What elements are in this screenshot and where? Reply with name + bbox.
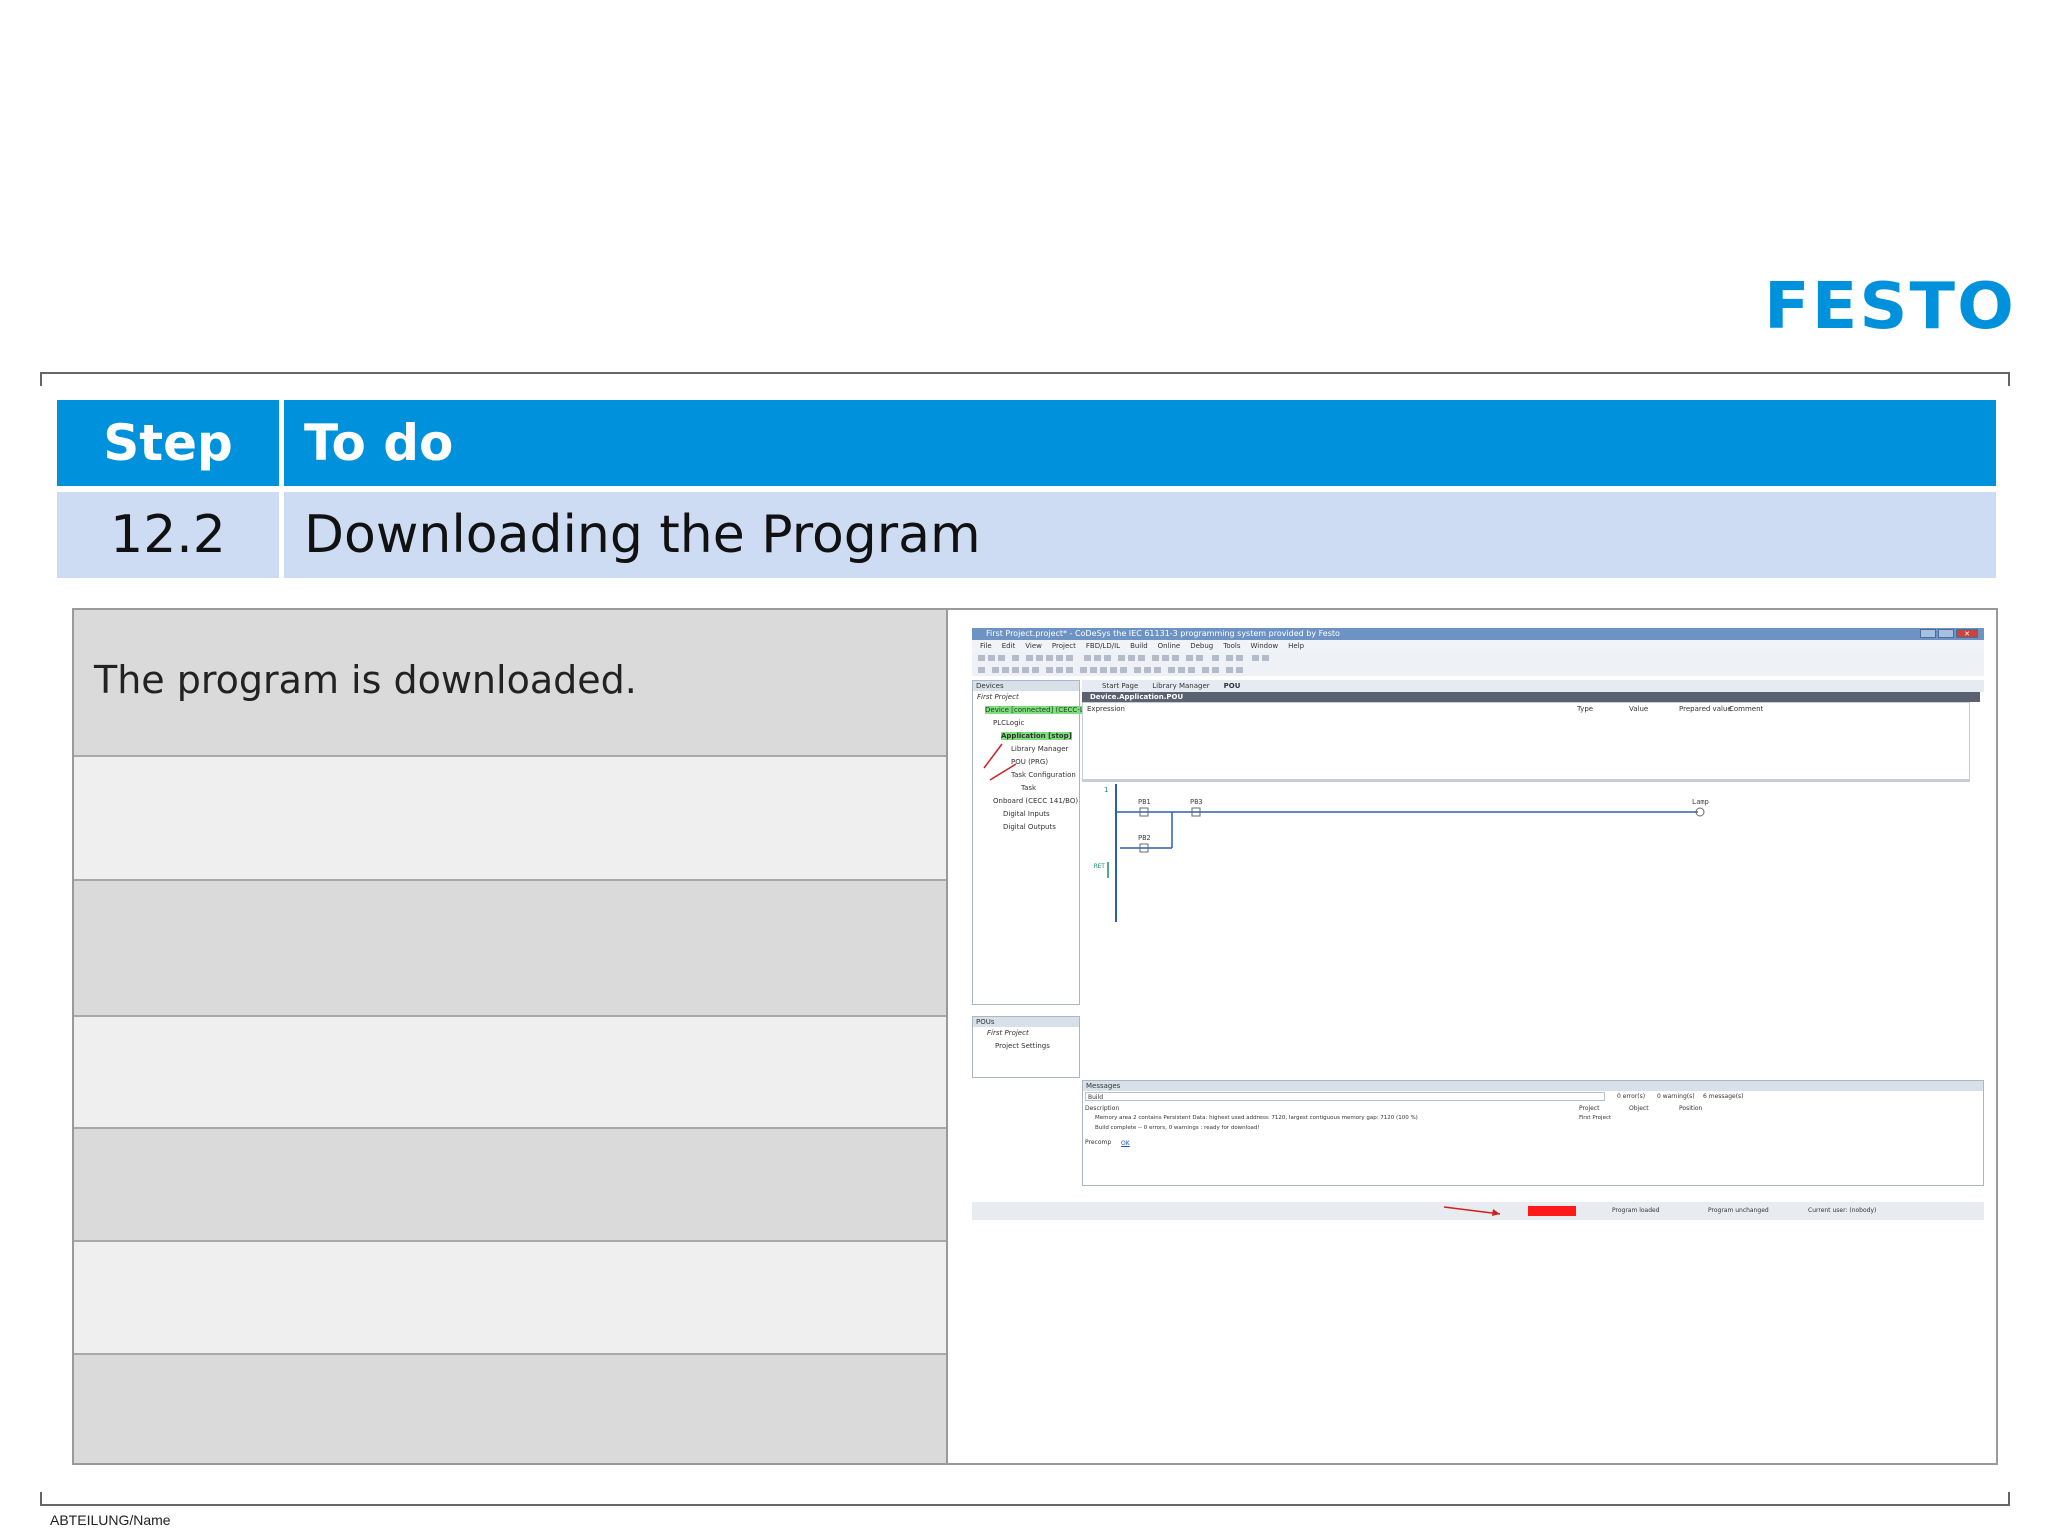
toolbar-2 <box>972 664 1984 676</box>
menu-window[interactable]: Window <box>1251 640 1279 652</box>
col-expression: Expression <box>1087 705 1125 713</box>
instruction-text: The program is downloaded. <box>94 658 637 702</box>
instruction-row <box>74 881 946 1017</box>
stop-arrow <box>1443 1206 1501 1216</box>
col-object: Object <box>1629 1105 1649 1112</box>
status-bar: STOP Program loaded Program unchanged Cu… <box>972 1202 1984 1220</box>
menu-debug[interactable]: Debug <box>1190 640 1213 652</box>
messages-pane: Messages Build 0 error(s) 0 warning(s) 6… <box>1082 1080 1984 1186</box>
tab-pou[interactable]: POU <box>1224 680 1241 692</box>
contact-pb3-label: PB3 <box>1190 798 1203 806</box>
warnings-filter[interactable]: 0 warning(s) <box>1657 1093 1695 1100</box>
col-description: Description <box>1085 1105 1120 1112</box>
festo-logo-graphic: FESTO <box>1764 272 2016 338</box>
menu-fbd[interactable]: FBD/LD/IL <box>1086 640 1120 652</box>
message-category-select[interactable]: Build <box>1085 1092 1605 1101</box>
precompile-label: Precomp <box>1085 1139 1112 1146</box>
tab-library-manager[interactable]: Library Manager <box>1152 680 1209 692</box>
instruction-row <box>74 757 946 881</box>
program-loaded-status: Program loaded <box>1612 1207 1660 1214</box>
todo-column-header: To do <box>284 400 1996 486</box>
top-divider <box>40 372 2010 386</box>
message-row-project: First Project <box>1579 1115 1612 1121</box>
run-state-indicator: STOP <box>1528 1206 1576 1216</box>
menu-edit[interactable]: Edit <box>1002 640 1016 652</box>
instruction-row: The program is downloaded. <box>74 610 946 757</box>
logo-wordmark: FESTO <box>1764 272 2016 338</box>
menu-bar: File Edit View Project FBD/LD/IL Build O… <box>972 640 1984 652</box>
messages-filter[interactable]: 6 message(s) <box>1703 1093 1744 1100</box>
menu-help[interactable]: Help <box>1288 640 1304 652</box>
bottom-divider <box>40 1492 2010 1506</box>
message-row[interactable]: Build complete -- 0 errors, 0 warnings :… <box>1095 1125 1260 1131</box>
menu-view[interactable]: View <box>1025 640 1042 652</box>
content-table: The program is downloaded. First Project… <box>72 608 1998 1465</box>
errors-filter[interactable]: 0 error(s) <box>1617 1093 1645 1100</box>
arrow-to-application <box>989 763 1017 781</box>
col-prepared: Prepared value <box>1679 705 1732 713</box>
arrow-head <box>1492 1209 1500 1216</box>
arrow-line <box>1443 1206 1501 1215</box>
col-project: Project <box>1579 1105 1600 1112</box>
tree-digital-inputs[interactable]: Digital Inputs <box>1003 810 1050 818</box>
window-controls: ✕ <box>1920 629 1978 638</box>
tree-project[interactable]: First Project <box>977 693 1019 701</box>
menu-file[interactable]: File <box>980 640 992 652</box>
step-title: Downloading the Program <box>284 492 1996 578</box>
program-unchanged-status: Program unchanged <box>1708 1207 1769 1214</box>
pous-tree-project[interactable]: First Project <box>987 1029 1029 1037</box>
pous-tree-settings[interactable]: Project Settings <box>995 1042 1050 1050</box>
col-comment: Comment <box>1729 705 1764 713</box>
menu-build[interactable]: Build <box>1130 640 1148 652</box>
maximize-button[interactable] <box>1938 629 1954 638</box>
codesys-screenshot: First Project.project* - CoDeSys the IEC… <box>972 628 1984 1220</box>
rung-number: 1 <box>1104 786 1108 794</box>
ladder-diagram: 1 PB1 PB3 PB2 Lamp RET <box>1094 784 1709 922</box>
col-position: Position <box>1679 1105 1703 1112</box>
contact-pb2-label: PB2 <box>1138 834 1151 842</box>
instruction-column: The program is downloaded. <box>74 610 948 1463</box>
instruction-row <box>74 1242 946 1355</box>
tree-digital-outputs[interactable]: Digital Outputs <box>1003 823 1056 831</box>
watch-table: Expression Type Value Prepared value Com… <box>1082 702 1970 780</box>
menu-online[interactable]: Online <box>1158 640 1181 652</box>
window-title: First Project.project* - CoDeSys the IEC… <box>972 628 1984 640</box>
ladder-editor: 1 PB1 PB3 PB2 Lamp RET <box>1082 780 1970 1066</box>
menu-project[interactable]: Project <box>1052 640 1076 652</box>
close-button[interactable]: ✕ <box>1956 629 1978 638</box>
coil-lamp-label: Lamp <box>1692 798 1709 806</box>
tab-start-page[interactable]: Start Page <box>1102 680 1138 692</box>
pous-pane-header: POUs <box>973 1017 1079 1027</box>
editor-tabs: Start Page Library Manager POU <box>1082 680 1984 692</box>
step-number: 12.2 <box>57 492 279 578</box>
precompile-ok-link[interactable]: OK <box>1121 1140 1130 1147</box>
pous-pane: POUs First Project Project Settings <box>972 1016 1080 1078</box>
arrow-to-device <box>983 743 1003 769</box>
messages-header: Messages <box>1083 1081 1983 1091</box>
devices-pane-header: Devices <box>973 681 1079 691</box>
instruction-row <box>74 1129 946 1242</box>
editor-title: Device.Application.POU <box>1082 692 1980 702</box>
message-row[interactable]: Memory area 2 contains Persistent Data: … <box>1095 1115 1418 1121</box>
return-label: RET <box>1094 863 1105 870</box>
festo-logo: FESTO <box>1760 272 2020 338</box>
minimize-button[interactable] <box>1920 629 1936 638</box>
annotation-arrows <box>983 743 1017 781</box>
tree-onboard[interactable]: Onboard (CECC 141/BO) <box>993 797 1078 805</box>
contact-pb1-label: PB1 <box>1138 798 1151 806</box>
menu-tools[interactable]: Tools <box>1223 640 1240 652</box>
instruction-row <box>74 1355 946 1463</box>
step-column-header: Step <box>57 400 279 486</box>
instruction-row <box>74 1017 946 1129</box>
footer-department: ABTEILUNG/Name <box>50 1512 171 1528</box>
col-value: Value <box>1629 705 1649 713</box>
col-type: Type <box>1577 705 1594 713</box>
current-user-status: Current user: (nobody) <box>1808 1207 1877 1214</box>
toolbar-1 <box>972 652 1984 664</box>
